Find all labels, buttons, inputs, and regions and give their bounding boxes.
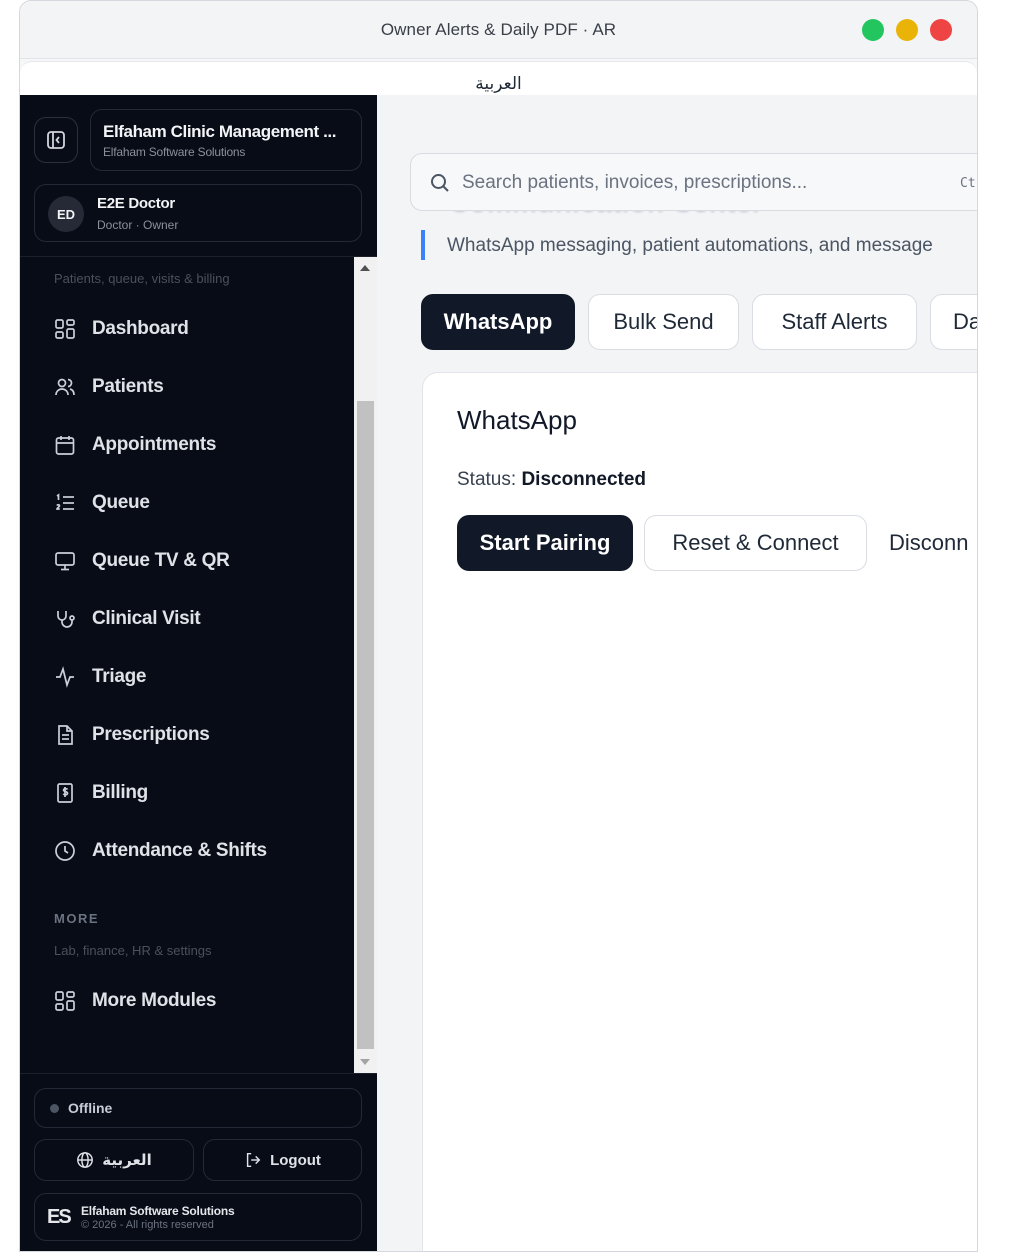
close-button[interactable] <box>930 19 952 41</box>
section-hint: Patients, queue, visits & billing <box>54 271 230 286</box>
sidebar: Elfaham Clinic Management ... Elfaham So… <box>20 95 377 1251</box>
sidebar-item-label: Billing <box>92 782 148 803</box>
logout-icon <box>246 1152 261 1168</box>
tab-staff-alerts[interactable]: Staff Alerts <box>752 294 917 350</box>
minimize-button[interactable] <box>896 19 918 41</box>
sidebar-collapse-button[interactable] <box>34 117 78 163</box>
stethoscope-icon <box>54 608 76 630</box>
disconnect-button[interactable]: Disconn <box>889 515 977 571</box>
sidebar-item-clinical-visit[interactable]: Clinical Visit <box>42 597 342 641</box>
connection-status: Offline <box>34 1088 362 1128</box>
brand-card[interactable]: Elfaham Clinic Management ... Elfaham So… <box>90 109 362 171</box>
brand-subtitle: Elfaham Software Solutions <box>103 145 246 159</box>
sidebar-item-label: Clinical Visit <box>92 608 201 629</box>
sidebar-scrollbar[interactable] <box>354 257 377 1073</box>
sidebar-item-prescriptions[interactable]: Prescriptions <box>42 713 342 757</box>
sidebar-item-triage[interactable]: Triage <box>42 655 342 699</box>
app-window: Owner Alerts & Daily PDF · AR العربية El… <box>19 0 978 1252</box>
status-value: Disconnected <box>521 469 647 490</box>
dashboard-icon <box>54 990 76 1012</box>
clock-icon <box>54 840 76 862</box>
sidebar-item-billing[interactable]: Billing <box>42 771 342 815</box>
avatar: ED <box>48 196 84 232</box>
status-label: Offline <box>68 1100 113 1116</box>
tab-bulk-send[interactable]: Bulk Send <box>588 294 739 350</box>
subtitle-accent <box>421 230 425 260</box>
scroll-up-icon[interactable] <box>360 265 370 271</box>
language-bar: العربية <box>20 61 977 95</box>
logout-label: Logout <box>270 1151 321 1169</box>
sidebar-item-more-modules[interactable]: More Modules <box>42 979 342 1023</box>
card-title: WhatsApp <box>457 405 577 435</box>
sidebar-item-label: Attendance & Shifts <box>92 840 267 861</box>
sidebar-item-dashboard[interactable]: Dashboard <box>42 307 342 351</box>
file-text-icon <box>54 724 76 746</box>
status-label: Status: <box>457 469 517 490</box>
reset-connect-button[interactable]: Reset & Connect <box>644 515 867 571</box>
sidebar-item-patients[interactable]: Patients <box>42 365 342 409</box>
main-content: Communication Center Search patients, in… <box>377 95 977 1251</box>
sidebar-nav: Patients, queue, visits & billing Dashbo… <box>20 257 377 1073</box>
sidebar-item-label: Triage <box>92 666 147 687</box>
globe-icon <box>77 1152 94 1168</box>
page-subtitle: WhatsApp messaging, patient automations,… <box>447 235 933 256</box>
more-heading: MORE <box>54 911 99 926</box>
sidebar-item-label: Dashboard <box>92 318 189 339</box>
sidebar-item-label: Prescriptions <box>92 724 210 745</box>
sidebar-item-label: More Modules <box>92 990 217 1011</box>
user-card[interactable]: ED E2E Doctor Doctor · Owner <box>34 184 362 242</box>
language-toggle-button[interactable]: العربية <box>34 1139 194 1181</box>
sidebar-item-label: Queue <box>92 492 150 513</box>
title-bar: Owner Alerts & Daily PDF · AR <box>20 1 977 59</box>
copyright-text: © 2026 - All rights reserved <box>81 1219 214 1231</box>
start-pairing-button[interactable]: Start Pairing <box>457 515 633 571</box>
search-placeholder: Search patients, invoices, prescriptions… <box>462 172 808 193</box>
scroll-down-icon[interactable] <box>360 1059 370 1065</box>
calendar-icon <box>54 434 76 456</box>
user-name: E2E Doctor <box>97 195 175 212</box>
company-logo: ES <box>47 1206 72 1228</box>
users-icon <box>54 376 76 398</box>
receipt-icon <box>54 782 76 804</box>
list-ordered-icon <box>54 492 76 514</box>
language-label: العربية <box>475 74 522 94</box>
user-role: Doctor · Owner <box>97 218 179 232</box>
language-toggle-label: العربية <box>102 1151 152 1169</box>
sidebar-item-label: Patients <box>92 376 164 397</box>
tab-whatsapp[interactable]: WhatsApp <box>421 294 575 350</box>
search-shortcut: Ct <box>960 176 976 191</box>
sidebar-item-queue[interactable]: Queue <box>42 481 342 525</box>
status-line: Status: Disconnected <box>457 469 646 491</box>
maximize-button[interactable] <box>862 19 884 41</box>
divider <box>20 1073 377 1074</box>
panel-collapse-icon <box>47 131 65 149</box>
sidebar-item-label: Queue TV & QR <box>92 550 230 571</box>
sidebar-item-label: Appointments <box>92 434 217 455</box>
search-icon <box>431 174 449 192</box>
scrollbar-thumb[interactable] <box>357 401 374 1049</box>
sidebar-item-queue-tv[interactable]: Queue TV & QR <box>42 539 342 583</box>
copyright-card: ES Elfaham Software Solutions © 2026 - A… <box>34 1193 362 1241</box>
more-hint: Lab, finance, HR & settings <box>54 943 212 958</box>
sidebar-item-appointments[interactable]: Appointments <box>42 423 342 467</box>
monitor-icon <box>54 550 76 572</box>
sidebar-item-attendance[interactable]: Attendance & Shifts <box>42 829 342 873</box>
search-input[interactable]: Search patients, invoices, prescriptions… <box>410 153 977 211</box>
logout-button[interactable]: Logout <box>203 1139 362 1181</box>
company-name: Elfaham Software Solutions <box>81 1204 235 1218</box>
status-dot-icon <box>50 1103 59 1113</box>
activity-icon <box>54 666 76 688</box>
tab-daily[interactable]: Da <box>930 294 977 350</box>
brand-name: Elfaham Clinic Management ... <box>103 122 337 141</box>
dashboard-icon <box>54 318 76 340</box>
whatsapp-card: WhatsApp Status: Disconnected Start Pair… <box>422 372 977 1251</box>
window-title: Owner Alerts & Daily PDF · AR <box>380 20 617 39</box>
